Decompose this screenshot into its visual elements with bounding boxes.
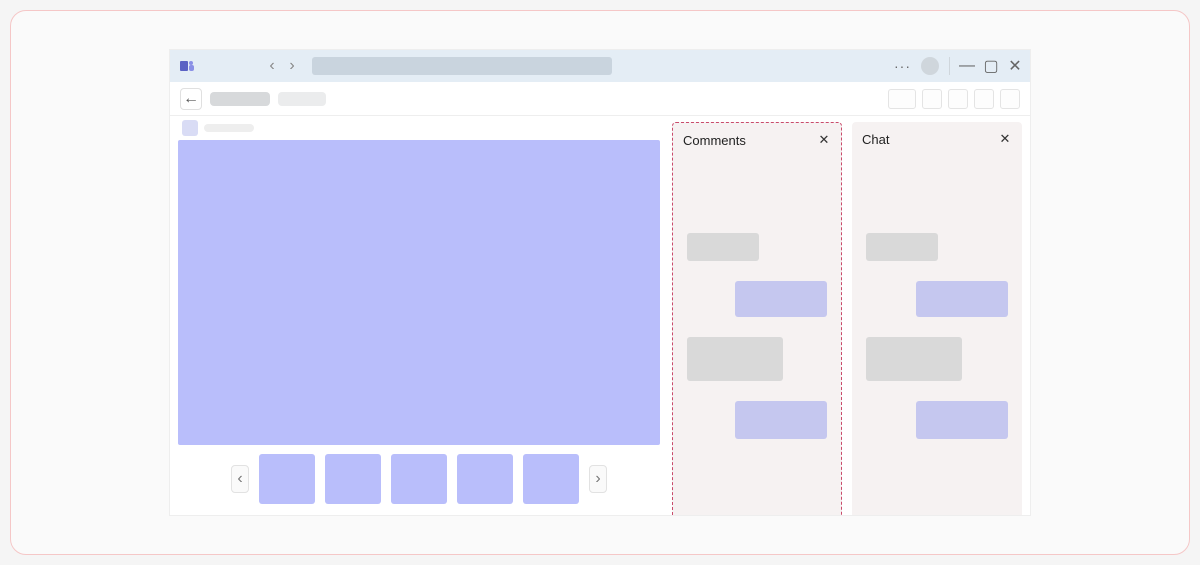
chat-msg-outgoing[interactable] bbox=[916, 281, 1008, 317]
thumbnail[interactable] bbox=[325, 454, 381, 504]
chat-panel: Chat ✕ bbox=[852, 122, 1022, 515]
comments-close-button[interactable]: ✕ bbox=[817, 133, 831, 147]
chat-msg-incoming[interactable] bbox=[866, 233, 938, 261]
nav-back-button[interactable]: ‹ bbox=[264, 58, 280, 74]
back-button[interactable]: ← bbox=[180, 88, 202, 110]
teams-icon bbox=[178, 57, 196, 75]
subheader: ← bbox=[170, 82, 1030, 116]
toolbar bbox=[888, 89, 1020, 109]
comments-panel: Comments ✕ bbox=[672, 122, 842, 515]
nav-arrows: ‹ › bbox=[264, 58, 300, 74]
thumbnail[interactable] bbox=[259, 454, 315, 504]
minimize-button[interactable]: — bbox=[960, 59, 974, 73]
app-window: ‹ › ··· — ▢ ✕ ← bbox=[170, 50, 1030, 515]
toolbar-action-4[interactable] bbox=[974, 89, 994, 109]
content-column: ‹ › bbox=[170, 116, 668, 515]
doc-frame: ‹ › ··· — ▢ ✕ ← bbox=[10, 10, 1190, 555]
close-button[interactable]: ✕ bbox=[1008, 59, 1022, 73]
chat-msg-outgoing[interactable] bbox=[916, 401, 1008, 439]
maximize-button[interactable]: ▢ bbox=[984, 59, 998, 73]
breadcrumb-primary[interactable] bbox=[210, 92, 270, 106]
toolbar-action-1[interactable] bbox=[888, 89, 916, 109]
chat-close-button[interactable]: ✕ bbox=[998, 132, 1012, 146]
comment-msg-outgoing[interactable] bbox=[735, 401, 827, 439]
titlebar-right: ··· — ▢ ✕ bbox=[894, 57, 1022, 75]
side-panels: Comments ✕ Chat ✕ bbox=[668, 116, 1030, 515]
search-input[interactable] bbox=[312, 57, 612, 75]
main: ‹ › Comments ✕ bbox=[170, 116, 1030, 515]
divider bbox=[949, 57, 950, 75]
thumbnail[interactable] bbox=[391, 454, 447, 504]
toolbar-action-3[interactable] bbox=[948, 89, 968, 109]
titlebar: ‹ › ··· — ▢ ✕ bbox=[170, 50, 1030, 82]
toolbar-action-2[interactable] bbox=[922, 89, 942, 109]
comment-msg-incoming[interactable] bbox=[687, 337, 783, 381]
thumbnail-strip: ‹ › bbox=[178, 451, 660, 507]
breadcrumb-secondary[interactable] bbox=[278, 92, 326, 106]
thumb-prev-button[interactable]: ‹ bbox=[231, 465, 249, 493]
chat-title: Chat bbox=[862, 132, 889, 147]
chat-header: Chat ✕ bbox=[852, 122, 1022, 156]
comments-header: Comments ✕ bbox=[673, 123, 841, 157]
comment-msg-outgoing[interactable] bbox=[735, 281, 827, 317]
more-button[interactable]: ··· bbox=[894, 58, 911, 74]
thumb-next-button[interactable]: › bbox=[589, 465, 607, 493]
thumbnail[interactable] bbox=[523, 454, 579, 504]
comments-title: Comments bbox=[683, 133, 746, 148]
participant-name-placeholder bbox=[204, 124, 254, 132]
nav-forward-button[interactable]: › bbox=[284, 58, 300, 74]
thumbnail[interactable] bbox=[457, 454, 513, 504]
main-stage[interactable] bbox=[178, 140, 660, 445]
comment-msg-incoming[interactable] bbox=[687, 233, 759, 261]
chat-body bbox=[852, 156, 1022, 515]
comments-body bbox=[673, 157, 841, 515]
avatar[interactable] bbox=[921, 57, 939, 75]
participant-row bbox=[178, 120, 660, 136]
chat-msg-incoming[interactable] bbox=[866, 337, 962, 381]
toolbar-action-5[interactable] bbox=[1000, 89, 1020, 109]
participant-avatar bbox=[182, 120, 198, 136]
